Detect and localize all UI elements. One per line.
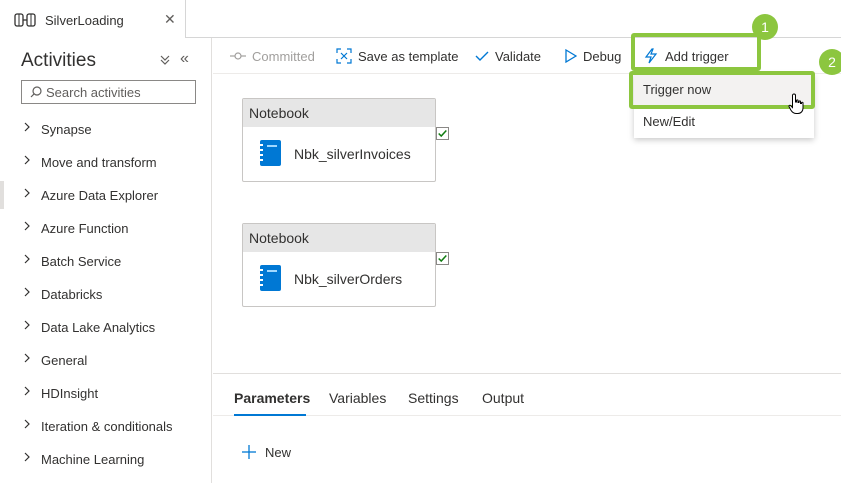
validate-label: Validate <box>495 48 542 64</box>
collapse-all-icon[interactable] <box>160 54 170 68</box>
activity-group-label: General <box>41 353 88 368</box>
activity-group-databricks[interactable]: Databricks <box>6 278 211 311</box>
tab-silverloading[interactable]: SilverLoading ✕ <box>0 0 186 38</box>
chevron-right-icon <box>24 452 30 462</box>
activity-group-label: Data Lake Analytics <box>41 320 156 335</box>
tab-variables[interactable]: Variables <box>329 390 386 406</box>
activity-name: Nbk_silverOrders <box>294 271 403 287</box>
tab-title: SilverLoading <box>45 13 124 28</box>
chevron-right-icon <box>24 254 30 264</box>
chevron-right-icon <box>24 386 30 396</box>
step-badge-2: 2 <box>819 49 841 75</box>
chevron-right-icon <box>24 155 30 165</box>
activity-type: Notebook <box>243 224 435 252</box>
pipeline-icon <box>14 13 36 27</box>
notebook-activity[interactable]: Notebook Nbk_silverOrders <box>242 223 436 307</box>
plus-icon <box>242 445 256 459</box>
activity-group-label: Batch Service <box>41 254 122 269</box>
tab-parameters[interactable]: Parameters <box>234 390 310 406</box>
commit-icon <box>230 52 246 60</box>
activity-group-move-and-transform[interactable]: Move and transform <box>6 146 211 179</box>
activity-name: Nbk_silverInvoices <box>294 146 411 162</box>
activity-group-data-lake-analytics[interactable]: Data Lake Analytics <box>6 311 211 344</box>
activity-group-general[interactable]: General <box>6 344 211 377</box>
notebook-activity[interactable]: Notebook Nbk_silverInvoices <box>242 98 436 182</box>
activity-group-label: Iteration & conditionals <box>41 419 173 434</box>
activity-group-azure-function[interactable]: Azure Function <box>6 212 211 245</box>
chevron-right-icon <box>24 353 30 363</box>
activity-type: Notebook <box>243 99 435 127</box>
chevron-right-icon <box>24 320 30 330</box>
save-as-template-label: Save as template <box>358 48 459 64</box>
checkbox-checked-icon[interactable] <box>436 127 449 140</box>
notebook-icon <box>258 140 281 166</box>
activity-list: Synapse Move and transform Azure Data Ex… <box>6 113 211 476</box>
search-icon <box>30 86 42 98</box>
new-parameter-button[interactable]: New <box>241 444 291 460</box>
activities-title: Activities <box>21 50 96 71</box>
chevron-right-icon <box>24 419 30 429</box>
activity-group-synapse[interactable]: Synapse <box>6 113 211 146</box>
tab-divider <box>213 415 841 416</box>
activity-group-hdinsight[interactable]: HDInsight <box>6 377 211 410</box>
committed-label: Committed <box>252 48 315 64</box>
properties-panel: Parameters Variables Settings Output New <box>213 373 841 483</box>
debug-button[interactable]: Debug <box>565 38 621 74</box>
step-badge-1: 1 <box>752 14 778 40</box>
activity-group-label: Databricks <box>41 287 103 302</box>
template-icon <box>336 48 352 64</box>
active-tab-indicator <box>234 414 306 416</box>
activity-group-label: Move and transform <box>41 155 157 170</box>
checkbox-checked-icon[interactable] <box>436 252 449 265</box>
activity-group-label: Azure Function <box>41 221 129 236</box>
activity-group-machine-learning[interactable]: Machine Learning <box>6 443 211 476</box>
close-icon[interactable]: ✕ <box>164 11 176 28</box>
debug-label: Debug <box>583 48 622 64</box>
play-icon <box>565 49 577 63</box>
notebook-icon <box>258 265 281 291</box>
committed-button: Committed <box>230 38 315 74</box>
highlight-add-trigger <box>631 33 761 71</box>
activity-group-label: Machine Learning <box>41 452 145 467</box>
tab-settings[interactable]: Settings <box>408 390 459 406</box>
activity-group-iteration-conditionals[interactable]: Iteration & conditionals <box>6 410 211 443</box>
activity-group-label: Azure Data Explorer <box>41 188 159 203</box>
nav-indicator <box>0 181 4 209</box>
search-box[interactable] <box>21 80 196 104</box>
search-input[interactable] <box>46 83 192 101</box>
hide-panel-icon[interactable]: « <box>180 50 189 68</box>
tab-output[interactable]: Output <box>482 390 524 406</box>
chevron-right-icon <box>24 122 30 132</box>
activity-group-label: Synapse <box>41 122 92 137</box>
hand-cursor-icon <box>788 93 804 114</box>
chevron-right-icon <box>24 188 30 198</box>
activity-group-azure-data-explorer[interactable]: Azure Data Explorer <box>6 179 211 212</box>
chevron-right-icon <box>24 287 30 297</box>
activities-panel: Activities « Synapse Move and transform … <box>6 38 212 483</box>
activity-group-batch-service[interactable]: Batch Service <box>6 245 211 278</box>
chevron-right-icon <box>24 221 30 231</box>
checkmark-icon <box>475 51 489 61</box>
activity-group-label: HDInsight <box>41 386 99 401</box>
new-label: New <box>265 444 292 460</box>
menu-item-new-edit[interactable]: New/Edit <box>634 106 814 138</box>
save-as-template-button[interactable]: Save as template <box>336 38 458 74</box>
validate-button[interactable]: Validate <box>475 38 541 74</box>
